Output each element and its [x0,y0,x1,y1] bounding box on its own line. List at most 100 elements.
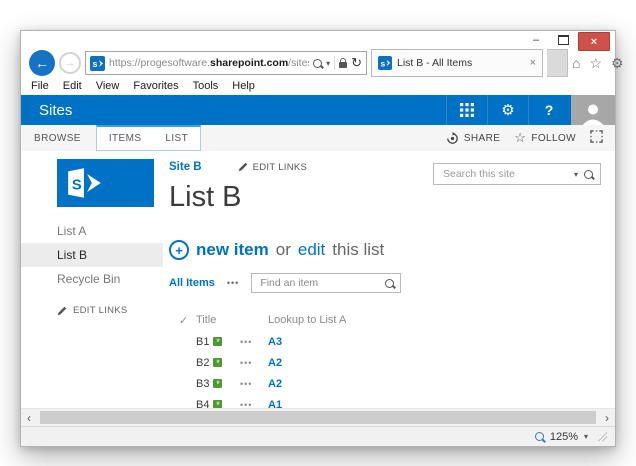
forward-button[interactable]: → [59,52,81,74]
list-tools-tab-group: ITEMS LIST [95,125,202,151]
site-logo[interactable]: S [57,159,154,207]
scrollbar-track[interactable] [37,411,599,424]
help-icon: ? [544,102,554,118]
breadcrumb-site-b[interactable]: Site B [169,161,202,173]
sidebar-item-list-b[interactable]: List B [21,243,163,267]
table-header-row: ✓ Title Lookup to List A [179,309,601,331]
row-ellipsis-menu[interactable]: ••• [240,358,268,368]
plus-glyph: + [175,242,183,258]
grid-icon [460,103,474,117]
lookup-link[interactable]: A2 [268,357,601,369]
ribbon-right-actions: SHARE ☆ FOLLOW [446,125,615,151]
menu-help[interactable]: Help [232,80,255,92]
tab-close-icon[interactable]: × [530,57,536,69]
new-tab-button[interactable] [547,49,568,77]
sidebar-item-label: Recycle Bin [57,272,121,286]
sidebar: S List A List B Recycle Bin EDIT LINKS [21,151,163,408]
new-item-link[interactable]: new item [196,240,269,260]
row-ellipsis-menu[interactable]: ••• [240,379,268,389]
view-ellipsis-menu[interactable]: ••• [227,278,239,288]
edit-links-label: EDIT LINKS [252,161,308,173]
item-title[interactable]: B4 [196,399,209,409]
home-icon[interactable]: ⌂ [572,55,580,71]
scrollbar-thumb[interactable] [40,411,596,424]
browser-tab[interactable]: s List B - All Items × [371,49,543,77]
table-row[interactable]: B1 * ••• A3 [179,331,601,352]
chevron-down-icon[interactable]: ▾ [574,170,578,179]
focus-mode-button[interactable] [590,130,603,146]
maximize-button[interactable] [551,32,575,47]
view-selector-row: All Items ••• [169,273,601,293]
table-row[interactable]: B2 * ••• A2 [179,352,601,373]
select-all-check-icon[interactable]: ✓ [179,314,196,327]
search-icon[interactable] [385,278,395,288]
tab-items-label: ITEMS [108,133,142,144]
settings-gear-icon[interactable]: ⚙ [611,55,624,72]
top-edit-links[interactable]: EDIT LINKS [238,162,308,173]
horizontal-scrollbar: ‹ › [21,408,615,426]
column-header-title[interactable]: Title [196,314,240,326]
menu-favorites[interactable]: Favorites [133,80,178,92]
desktop: – × ← → s https://progesoftware.sharepoi… [0,0,636,466]
back-button[interactable]: ← [29,50,55,76]
table-row[interactable]: B3 * ••• A2 [179,373,601,394]
row-ellipsis-menu[interactable]: ••• [240,400,268,409]
app-launcher-button[interactable] [446,95,487,125]
sidebar-item-recycle-bin[interactable]: Recycle Bin [21,267,163,291]
site-search-input[interactable] [441,167,568,181]
browser-nav-row: ← → s https://progesoftware.sharepoint.c… [21,49,624,77]
favorites-star-icon[interactable]: ☆ [589,55,602,72]
tab-browse[interactable]: BROWSE [21,125,94,151]
refresh-button[interactable]: ↻ [351,55,362,71]
share-button[interactable]: SHARE [446,131,500,145]
lookup-link[interactable]: A1 [268,399,601,409]
menu-file[interactable]: File [31,80,49,92]
row-ellipsis-menu[interactable]: ••• [240,337,268,347]
sidebar-edit-links[interactable]: EDIT LINKS [21,305,163,316]
table-row[interactable]: B4 * ••• A1 [179,394,601,408]
resize-grip[interactable] [598,432,607,441]
tab-items[interactable]: ITEMS [97,127,154,150]
sp-settings-button[interactable]: ⚙ [487,95,528,125]
scroll-right-arrow[interactable]: › [599,411,615,425]
search-icon[interactable] [313,58,323,68]
or-text: or [275,240,291,259]
suite-title[interactable]: Sites [21,95,72,125]
menu-view[interactable]: View [96,80,120,92]
find-item-box[interactable] [251,273,402,293]
menu-edit[interactable]: Edit [63,80,82,92]
column-header-lookup[interactable]: Lookup to List A [268,314,601,326]
minimize-button[interactable]: – [524,32,548,47]
help-button[interactable]: ? [528,95,569,125]
zoom-dropdown-icon[interactable]: ▾ [584,432,588,441]
browser-toolbar-icons: ⌂ ☆ ⚙ [572,55,624,72]
view-all-items[interactable]: All Items [169,277,215,289]
lookup-link[interactable]: A3 [268,336,601,348]
item-title[interactable]: B3 [196,378,209,390]
share-icon [446,131,458,144]
tab-list[interactable]: LIST [153,127,200,150]
sidebar-item-label: List B [57,248,88,262]
item-title[interactable]: B1 [196,336,209,348]
url-prefix: https://progesoftware. [109,57,210,69]
lookup-link[interactable]: A2 [268,378,601,390]
item-title[interactable]: B2 [196,357,209,369]
edit-list-link[interactable]: edit [298,240,325,260]
sidebar-item-list-a[interactable]: List A [21,219,163,243]
lock-icon [339,57,348,68]
ie-browser-window: – × ← → s https://progesoftware.sharepoi… [20,30,624,447]
plus-circle-icon[interactable]: + [169,240,189,260]
address-bar[interactable]: s https://progesoftware.sharepoint.com/s… [85,51,367,75]
site-search-box[interactable]: ▾ [433,163,601,185]
zoom-level[interactable]: 125% [550,431,578,443]
close-button[interactable]: × [578,32,610,51]
scroll-left-arrow[interactable]: ‹ [21,411,37,425]
sidebar-item-label: List A [57,224,87,238]
search-icon[interactable] [584,169,593,179]
chevron-down-icon[interactable]: ▾ [326,59,330,68]
find-item-input[interactable] [258,276,380,290]
user-avatar[interactable] [571,95,615,125]
menu-tools[interactable]: Tools [193,80,219,92]
pencil-icon [57,306,67,315]
follow-button[interactable]: ☆ FOLLOW [514,130,576,146]
